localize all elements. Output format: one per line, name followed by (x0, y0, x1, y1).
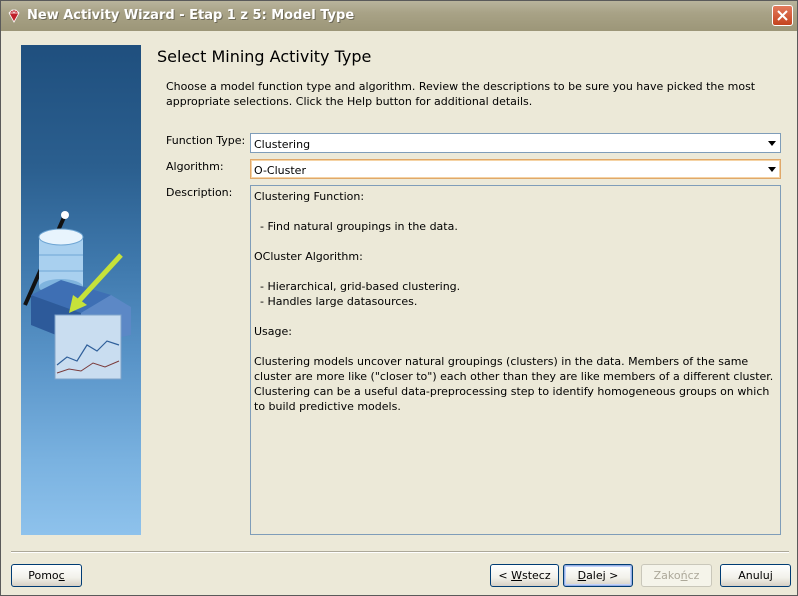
algorithm-label: Algorithm: (166, 160, 224, 173)
description-line: Usage: (254, 325, 292, 338)
title-bar[interactable]: New Activity Wizard - Etap 1 z 5: Model … (1, 1, 797, 31)
back-button-mnemonic: W (511, 569, 522, 582)
function-type-select[interactable]: Clustering (250, 133, 781, 153)
back-button[interactable]: < Wstecz (490, 564, 559, 587)
finish-button-label: Zako (653, 569, 681, 582)
cancel-button-label: Anuluj (738, 569, 773, 582)
help-button-label: Pomo (28, 569, 59, 582)
function-type-label: Function Type: (166, 134, 246, 147)
description-label: Description: (166, 186, 233, 199)
description-paragraph: Clustering models uncover natural groupi… (254, 355, 774, 413)
data-mining-illustration (23, 211, 131, 380)
chevron-down-icon[interactable] (768, 141, 776, 146)
chevron-down-icon[interactable] (768, 167, 776, 172)
next-button-label: alej > (586, 569, 619, 582)
description-line: Clustering Function: (254, 190, 365, 203)
algorithm-select[interactable]: O-Cluster (250, 159, 781, 179)
function-type-value: Clustering (254, 138, 311, 151)
back-button-label-rest: stecz (521, 569, 551, 582)
cancel-button[interactable]: Anuluj (720, 564, 791, 587)
description-text-area[interactable]: Clustering Function: - Find natural grou… (250, 185, 781, 535)
page-heading: Select Mining Activity Type (157, 47, 372, 66)
ruby-gem-icon (7, 9, 21, 23)
close-button[interactable] (772, 5, 793, 26)
finish-button-label-rest: cz (687, 569, 700, 582)
intro-text: Choose a model function type and algorit… (166, 80, 756, 108)
wizard-window: New Activity Wizard - Etap 1 z 5: Model … (0, 0, 798, 596)
finish-button[interactable]: Zakończ (641, 564, 712, 587)
description-line: - Handles large datasources. (260, 295, 418, 308)
next-button[interactable]: Dalej > (563, 564, 633, 587)
help-button-mnemonic: c (58, 569, 65, 582)
wizard-sidebar-image (21, 45, 141, 535)
description-line: - Hierarchical, grid-based clustering. (260, 280, 461, 293)
description-line: OCluster Algorithm: (254, 250, 363, 263)
back-button-label: < (498, 569, 512, 582)
help-button[interactable]: Pomoc (11, 564, 82, 587)
algorithm-value: O-Cluster (254, 164, 306, 177)
finish-button-mnemonic: ń (680, 569, 688, 582)
next-button-mnemonic: D (577, 569, 587, 582)
window-title: New Activity Wizard - Etap 1 z 5: Model … (27, 8, 355, 23)
description-line: - Find natural groupings in the data. (260, 220, 458, 233)
button-separator (11, 551, 789, 553)
